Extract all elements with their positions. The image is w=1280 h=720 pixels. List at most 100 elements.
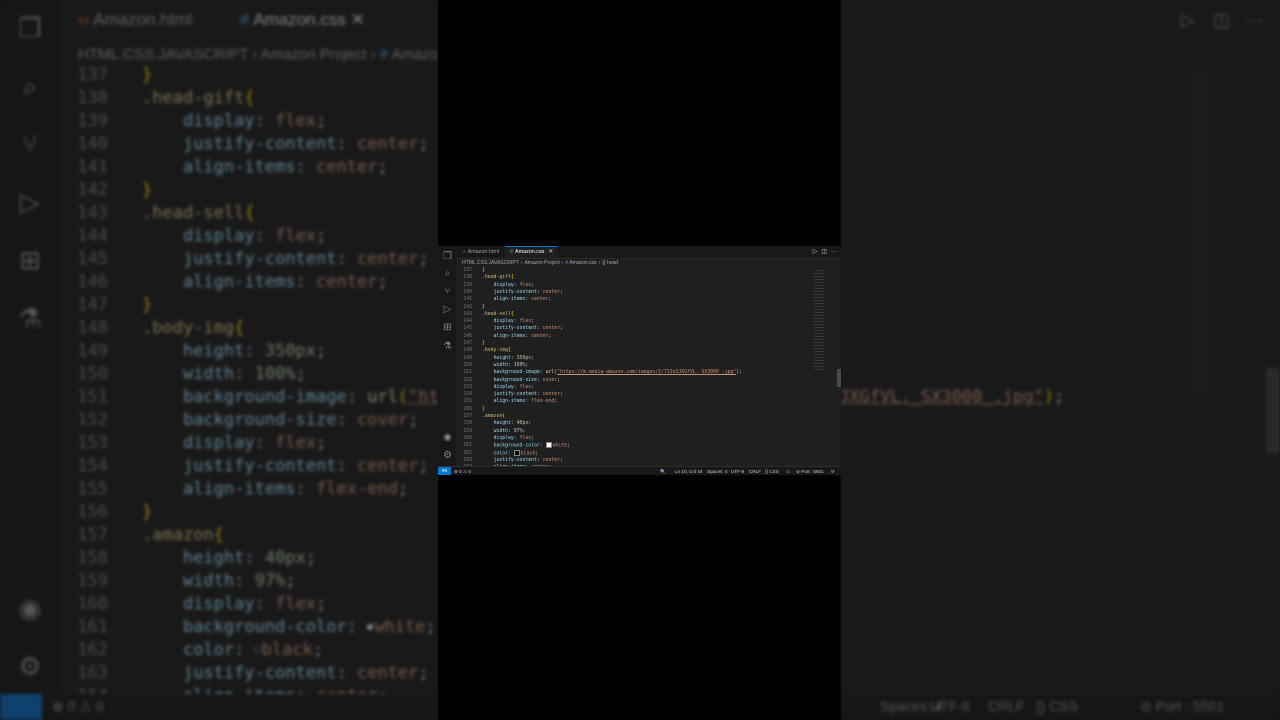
- bg-activity-bar: ❐ ⌕ ⑂ ▷ ⊞ ⚗ ◉ ⚙: [0, 0, 60, 720]
- code-text: justify-content: center;: [182, 249, 429, 269]
- line-number: 142: [463, 304, 472, 310]
- breadcrumb-item[interactable]: Amazon.css: [569, 260, 596, 266]
- source-control-icon[interactable]: ⑂: [441, 285, 454, 298]
- code-editor[interactable]: 137} 138 .head-gift{139 display: flex; 140 …: [457, 267, 841, 466]
- breadcrumb-item[interactable]: head: [607, 260, 618, 266]
- line-ending[interactable]: CRLF: [749, 467, 761, 475]
- beaker-icon[interactable]: ⚗: [441, 340, 454, 353]
- code-text: .body-img{: [142, 318, 245, 338]
- code-text: justify-content: center;: [182, 134, 429, 154]
- line-number: 145: [463, 326, 472, 332]
- more-icon[interactable]: ···: [831, 249, 837, 255]
- breadcrumb-item[interactable]: HTML.CSS.JAVASCRIPT: [462, 260, 519, 266]
- notifications-icon[interactable]: ⟳: [831, 467, 835, 475]
- line-number: 138: [77, 88, 108, 108]
- color-swatch[interactable]: [513, 449, 520, 456]
- beaker-icon: ⚗: [18, 303, 42, 333]
- line-number: 152: [77, 410, 108, 430]
- close-icon[interactable]: ✕: [548, 249, 553, 255]
- problems-indicator[interactable]: ⊗ 0 ⚠ 0: [454, 467, 471, 475]
- bg-tab-html: ‹› Amazon.html: [78, 10, 193, 29]
- language-mode[interactable]: {} CSS: [765, 467, 779, 475]
- split-editor-icon[interactable]: ◫: [821, 249, 827, 255]
- bg-remote-indicator: [0, 694, 42, 720]
- extensions-icon: ⊞: [19, 245, 41, 275]
- code-text: background-color: white;: [182, 617, 436, 637]
- remote-indicator[interactable]: ⋈: [438, 467, 451, 475]
- code-text: .body-img{: [482, 348, 511, 354]
- search-icon[interactable]: ⌕: [441, 267, 454, 280]
- zoom-icon[interactable]: 🔍: [660, 467, 666, 475]
- line-number: 141: [77, 157, 108, 177]
- line-number: 146: [77, 272, 108, 292]
- encoding[interactable]: UTF-8: [731, 467, 744, 475]
- line-number: 161: [77, 617, 108, 637]
- code-text: width: 97%;: [493, 428, 526, 434]
- code-text: .head-gift{: [142, 88, 255, 108]
- line-number: 153: [77, 433, 108, 453]
- files-icon[interactable]: ❐: [441, 250, 454, 263]
- line-number: 163: [463, 457, 472, 463]
- code-text: align-items: center;: [493, 297, 552, 303]
- account-icon[interactable]: ◉: [441, 431, 454, 444]
- indentation[interactable]: Spaces: 4: [707, 467, 727, 475]
- cursor-position[interactable]: Ln 10, Col 18: [675, 467, 702, 475]
- breadcrumb-item[interactable]: Amazon Project: [524, 260, 559, 266]
- code-text: .amazon{: [482, 414, 506, 419]
- line-number: 161: [463, 443, 472, 449]
- color-swatch[interactable]: [545, 442, 552, 449]
- line-number: 153: [463, 384, 472, 390]
- line-number: 155: [463, 399, 472, 405]
- extensions-icon[interactable]: ⊞: [441, 321, 454, 334]
- line-number: 140: [463, 289, 472, 295]
- vertical-scrollbar[interactable]: [837, 369, 841, 387]
- code-text: width: 100%;: [493, 362, 529, 368]
- line-number: 139: [463, 282, 472, 288]
- line-number: 156: [77, 502, 108, 522]
- minimap[interactable]: [814, 270, 824, 370]
- code-text: align-items: center;: [182, 157, 388, 177]
- gear-icon: ⚙: [18, 651, 42, 681]
- tab-amazon-html[interactable]: ‹› Amazon.html: [457, 246, 504, 258]
- breadcrumb: HTML.CSS.JAVASCRIPT › Amazon Project › # Ama…: [462, 260, 619, 266]
- editor-actions: ▷ ◫ ···: [809, 246, 837, 258]
- code-text: height: 350px;: [493, 355, 535, 361]
- line-number: 155: [77, 479, 108, 499]
- code-text: .head-sell{: [482, 311, 514, 317]
- bg-language: {} CSS: [1036, 698, 1079, 714]
- tab-amazon-css[interactable]: # Amazon.css ✕: [505, 246, 559, 258]
- code-text: align-items: center;: [493, 333, 552, 339]
- play-icon[interactable]: ▷: [813, 249, 818, 255]
- code-text: }: [482, 304, 485, 310]
- code-text: justify-content: center;: [493, 457, 563, 463]
- line-number: 139: [77, 111, 108, 131]
- line-number: 160: [463, 435, 472, 441]
- line-number: 150: [77, 364, 108, 384]
- css-file-icon: #: [565, 260, 569, 266]
- code-text: background-image: url("https://m.media-a…: [841, 387, 1065, 407]
- code-text: background-image: url("https://m.media-a…: [182, 387, 438, 407]
- copilot-icon[interactable]: ☺: [786, 467, 791, 475]
- html-file-icon: ‹›: [462, 249, 466, 255]
- bg-status-bar: ⊗ 0 ⚠ 0: [0, 694, 438, 720]
- color-swatch[interactable]: [254, 647, 261, 653]
- line-number: 158: [77, 548, 108, 568]
- line-number: 143: [463, 311, 472, 317]
- line-number: 163: [77, 663, 108, 683]
- line-number: 138: [463, 275, 472, 281]
- code-text: align-items: flex-end;: [182, 479, 409, 499]
- live-server-port[interactable]: ⊘ Port : 5501: [796, 467, 824, 475]
- play-icon: ▷: [1181, 10, 1195, 30]
- color-swatch[interactable]: [367, 624, 374, 630]
- run-debug-icon[interactable]: ▷: [441, 303, 454, 316]
- status-bar: ⋈ ⊗ 0 ⚠ 0 🔍 Ln 10, Col 18 Spaces: 4 UTF-…: [438, 466, 841, 475]
- code-text: background-size: cover;: [493, 377, 561, 383]
- activity-bar: ❐ ⌕ ⑂ ▷ ⊞ ⚗ ◉ ⚙: [438, 246, 458, 466]
- code-text: height: 40px;: [493, 421, 532, 427]
- gear-icon[interactable]: ⚙: [441, 449, 454, 462]
- line-number: 152: [463, 377, 472, 383]
- css-file-icon: #: [510, 249, 513, 255]
- line-number: 137: [77, 65, 108, 85]
- code-text: background-image: url("https://m.media-a…: [493, 370, 742, 376]
- bg-tab-bar: ‹› Amazon.html # Amazon.css ✕: [60, 0, 438, 42]
